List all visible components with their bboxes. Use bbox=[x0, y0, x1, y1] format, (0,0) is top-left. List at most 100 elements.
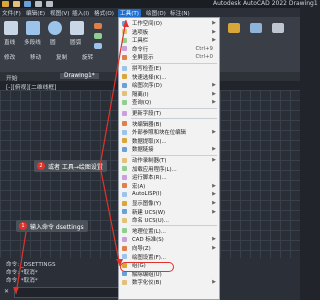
menu-item-icon bbox=[122, 236, 127, 242]
modify-tool-icon[interactable] bbox=[94, 23, 102, 29]
submenu-arrow-icon: ▶ bbox=[212, 90, 216, 97]
menu-item-icon bbox=[122, 166, 127, 172]
menu-item[interactable]: 显示图像(Y) ▶ bbox=[119, 199, 219, 207]
submenu-arrow-icon: ▶ bbox=[212, 208, 216, 215]
menu-item[interactable]: 运行脚本(R)... bbox=[119, 173, 219, 181]
menu-item[interactable]: 数据链接 ▶ bbox=[119, 145, 219, 153]
block-tool-icon[interactable] bbox=[272, 23, 284, 33]
circle-tool-icon[interactable] bbox=[48, 21, 62, 35]
menu-item-label: 加载应用程序(L)... bbox=[132, 166, 177, 173]
step-number-badge: 1 bbox=[19, 222, 27, 230]
layer-tool-icon[interactable] bbox=[228, 23, 240, 33]
menu-item-icon bbox=[122, 228, 127, 234]
menu-item-label: 工作空间(O) bbox=[132, 21, 163, 27]
close-icon[interactable]: ✕ bbox=[4, 288, 9, 295]
tab-drawing1[interactable]: Drawing1* bbox=[60, 73, 99, 79]
menu-item[interactable]: 外部参照和块在位编辑 ▶ bbox=[119, 128, 219, 136]
menu-dimension[interactable]: 标注(N) bbox=[170, 9, 190, 17]
menu-item-label: 宏(A) bbox=[132, 183, 146, 190]
ribbon-label-modify: 修改 bbox=[4, 55, 16, 61]
submenu-arrow-icon: ▶ bbox=[212, 20, 216, 26]
submenu-arrow-icon: ▶ bbox=[212, 182, 216, 189]
line-tool-icon[interactable] bbox=[4, 21, 18, 35]
move-tool-icon[interactable] bbox=[94, 33, 102, 39]
menu-draw[interactable]: 绘图(D) bbox=[146, 9, 166, 17]
callout-step-2-text: 或者 工具→绘图设置 bbox=[48, 163, 103, 171]
menu-insert[interactable]: 插入(I) bbox=[72, 9, 89, 17]
menu-item[interactable]: 隔离(I) ▶ bbox=[119, 90, 219, 98]
menu-item-icon bbox=[122, 29, 127, 35]
callout-step-1-text: 输入命令 dsettings bbox=[30, 223, 84, 231]
polyline-tool-icon[interactable] bbox=[26, 21, 40, 35]
properties-tool-icon[interactable] bbox=[250, 23, 262, 33]
menu-item[interactable]: 更新字段(T) bbox=[119, 109, 219, 117]
menu-item-icon bbox=[122, 254, 127, 260]
menu-item-icon bbox=[122, 91, 127, 97]
menu-item[interactable]: 查询(Q) ▶ bbox=[119, 98, 219, 106]
menu-item[interactable]: 全屏显示 Ctrl+0 bbox=[119, 53, 219, 61]
menu-item-label: 查询(Q) bbox=[132, 100, 152, 107]
arc-tool-icon[interactable] bbox=[70, 21, 84, 35]
menu-item[interactable]: 数据提取(X)... bbox=[119, 137, 219, 145]
menu-item-label: 数据提取(X)... bbox=[132, 138, 167, 145]
menu-item-icon bbox=[122, 146, 127, 152]
menu-item-icon bbox=[122, 245, 127, 251]
menu-tools[interactable]: 工具(T) bbox=[118, 9, 141, 17]
menu-item-icon bbox=[122, 46, 127, 52]
menu-item[interactable]: AutoLISP(I) ▶ bbox=[119, 190, 219, 198]
menu-item[interactable]: 向导(Z) ▶ bbox=[119, 244, 219, 252]
undo-icon[interactable] bbox=[35, 1, 42, 7]
menu-item-label: 显示图像(Y) bbox=[132, 201, 162, 207]
submenu-arrow-icon: ▶ bbox=[212, 245, 216, 251]
submenu-arrow-icon: ▶ bbox=[212, 157, 216, 163]
menu-item-icon bbox=[122, 65, 127, 71]
menu-item[interactable]: 命名 UCS(U)... bbox=[119, 216, 219, 224]
menu-item[interactable]: 加载应用程序(L)... bbox=[119, 165, 219, 173]
menu-item-label: 命令行 bbox=[132, 46, 149, 53]
menu-item[interactable]: 块编辑器(B) bbox=[119, 120, 219, 128]
menu-item[interactable]: 数字化仪(B) ▶ bbox=[119, 278, 219, 286]
menu-item[interactable]: 选项板 ▶ bbox=[119, 28, 219, 36]
submenu-arrow-icon: ▶ bbox=[212, 279, 216, 286]
submenu-arrow-icon: ▶ bbox=[212, 200, 216, 206]
menu-item-label: 运行脚本(R)... bbox=[132, 175, 167, 182]
quick-access-toolbar bbox=[2, 1, 53, 7]
menu-item[interactable]: 绘图次序(D) ▶ bbox=[119, 81, 219, 89]
menu-file[interactable]: 文件(F) bbox=[2, 9, 21, 17]
new-icon[interactable] bbox=[2, 1, 9, 7]
submenu-arrow-icon: ▶ bbox=[212, 236, 216, 243]
menu-item-icon bbox=[122, 74, 127, 80]
menu-item-label: 命名 UCS(U)... bbox=[132, 218, 169, 225]
highlight-drafting-settings bbox=[120, 262, 174, 272]
menu-item-icon bbox=[122, 121, 127, 127]
menu-item-label: 绘图次序(D) bbox=[132, 83, 162, 90]
save-icon[interactable] bbox=[24, 1, 31, 7]
menu-item[interactable]: 动作录制器(T) ▶ bbox=[119, 156, 219, 164]
menu-item-icon bbox=[122, 82, 127, 88]
menu-item[interactable]: 地理位置(L)... bbox=[119, 227, 219, 235]
menu-item-label: 更新字段(T) bbox=[132, 111, 162, 117]
menu-view[interactable]: 视图(V) bbox=[50, 9, 69, 17]
menu-item[interactable]: 宏(A) ▶ bbox=[119, 182, 219, 190]
menu-item-label: 数据链接 bbox=[132, 147, 154, 154]
menu-item[interactable]: 工作空间(O) ▶ bbox=[119, 19, 219, 27]
menu-item[interactable]: 新建 UCS(W) ▶ bbox=[119, 208, 219, 216]
menu-item[interactable]: 命令行 Ctrl+9 bbox=[119, 45, 219, 53]
menu-edit[interactable]: 编辑(E) bbox=[26, 9, 45, 17]
menu-item-label: 外部参照和块在位编辑 bbox=[132, 130, 186, 137]
submenu-arrow-icon: ▶ bbox=[212, 28, 216, 35]
menu-format[interactable]: 格式(O) bbox=[94, 9, 114, 17]
menu-item[interactable]: 绘图设置(F)... bbox=[119, 253, 219, 261]
menu-item[interactable]: CAD 标准(S) ▶ bbox=[119, 235, 219, 243]
menu-item-icon bbox=[122, 191, 127, 197]
open-icon[interactable] bbox=[13, 1, 20, 7]
tab-start[interactable]: 开始 bbox=[6, 73, 18, 82]
menu-item[interactable]: 工具栏 ▶ bbox=[119, 36, 219, 44]
viewport-controls[interactable]: [-][俯视][二维线框] bbox=[6, 82, 56, 91]
submenu-arrow-icon: ▶ bbox=[212, 191, 216, 198]
redo-icon[interactable] bbox=[46, 1, 53, 7]
copy-tool-icon[interactable] bbox=[94, 43, 102, 49]
menu-item[interactable]: 快速选择(K)... bbox=[119, 73, 219, 81]
menu-item[interactable]: 拼写检查(E) bbox=[119, 64, 219, 72]
command-history-line: 命令: *取消* bbox=[6, 278, 38, 284]
